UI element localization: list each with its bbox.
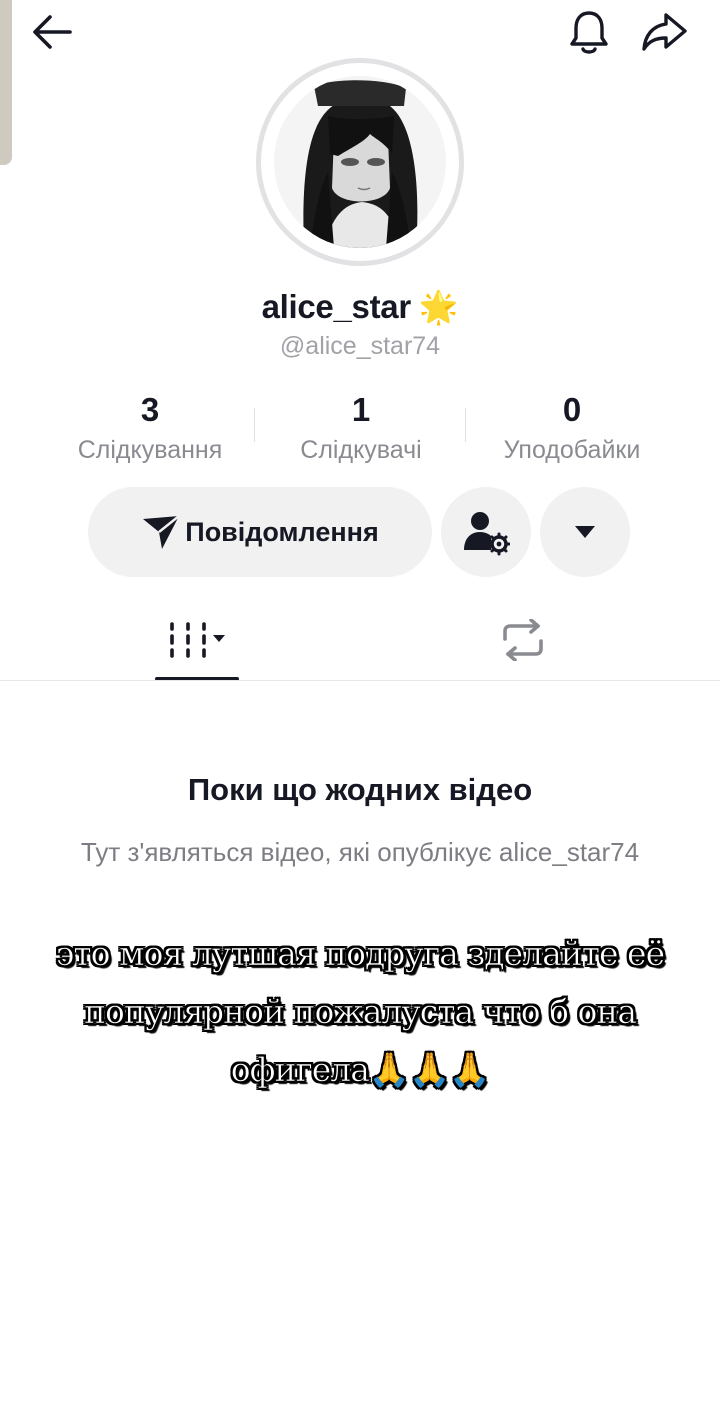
notifications-button[interactable]	[562, 6, 616, 58]
stat-likes: 0 Уподобайки	[462, 392, 682, 465]
share-button[interactable]	[636, 6, 692, 58]
stat-following-count: 3	[140, 391, 160, 428]
message-button[interactable]: Повідомлення	[88, 487, 432, 577]
arrow-left-icon	[33, 15, 72, 49]
caret-down-icon	[575, 526, 595, 538]
tabs-divider	[0, 680, 720, 681]
share-arrow-icon	[642, 13, 687, 51]
more-options-dropdown-button[interactable]	[540, 487, 630, 577]
avatar	[274, 76, 446, 248]
message-button-label: Повідомлення	[185, 516, 379, 547]
stat-following-label: Слідкування	[77, 436, 223, 464]
stat-followers-label: Слідкувачі	[300, 436, 422, 464]
stat-likes-count: 0	[562, 391, 582, 428]
tab-videos[interactable]	[117, 600, 277, 680]
avatar-ring[interactable]	[256, 58, 464, 266]
stat-followers[interactable]: 1 Слідкувачі	[251, 392, 471, 465]
display-name: alice_star 🌟	[0, 288, 720, 326]
send-icon	[143, 515, 181, 549]
back-button[interactable]	[26, 8, 78, 56]
username: @alice_star74	[279, 332, 441, 360]
display-name-text: alice_star	[261, 288, 412, 325]
star-badge-icon: 🌟	[418, 289, 459, 325]
person-gear-icon	[464, 512, 510, 556]
empty-state-subtitle: Тут з'являться відео, які опублікує alic…	[80, 837, 640, 867]
friends-settings-button[interactable]	[441, 487, 531, 577]
repost-icon	[503, 619, 543, 661]
stat-likes-label: Уподобайки	[503, 436, 641, 464]
stat-followers-count: 1	[351, 391, 371, 428]
empty-state-title: Поки що жодних відео	[187, 772, 533, 807]
bell-icon	[570, 11, 608, 54]
overlay-caption: это моя лутшая подруга зделайте её попул…	[55, 934, 666, 1090]
avatar-illustration	[274, 76, 446, 248]
stat-following[interactable]: 3 Слідкування	[40, 392, 260, 465]
grid-bars-icon	[170, 622, 225, 658]
left-edge-strip	[0, 0, 12, 165]
tab-reposts[interactable]	[443, 600, 603, 680]
